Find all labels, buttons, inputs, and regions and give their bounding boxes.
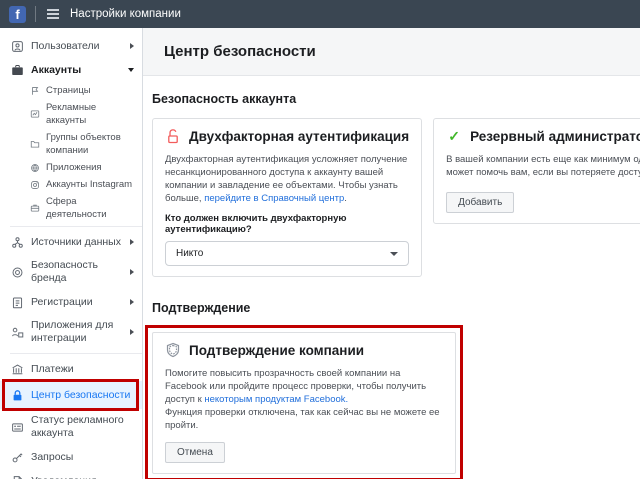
two-factor-auth-card: Двухфакторная аутентификация Двухфакторн… bbox=[152, 118, 423, 277]
chevron-right-icon bbox=[130, 269, 134, 275]
sidebar-item-data-sources[interactable]: Источники данных bbox=[0, 230, 142, 254]
card-title: Подтверждение компании bbox=[189, 342, 365, 358]
chevron-down-icon bbox=[390, 251, 399, 256]
open-padlock-icon bbox=[165, 128, 181, 144]
sidebar-item-integrations[interactable]: Приложения для интеграции bbox=[0, 314, 142, 350]
verification-status-line: Функция проверки отключена, так как сейч… bbox=[165, 407, 440, 431]
page-header: Центр безопасности bbox=[143, 28, 640, 76]
sidebar-item-label: Сфера деятельности bbox=[46, 196, 107, 220]
sidebar-divider bbox=[10, 353, 142, 354]
sidebar-item-instagram-accounts[interactable]: Аккаунты Instagram bbox=[0, 176, 142, 193]
add-button[interactable]: Добавить bbox=[446, 192, 515, 213]
backup-admin-card: ✓ Резервный администратор В вашей компан… bbox=[433, 118, 640, 224]
card-description-line: В вашей компании есть еще как минимум од… bbox=[446, 154, 640, 165]
sidebar-item-notifications[interactable]: Уведомления bbox=[0, 469, 142, 479]
folder-icon bbox=[29, 139, 40, 150]
annotation-box: Подтверждение компании Помогите повысить… bbox=[145, 325, 463, 479]
main-content: Центр безопасности Безопасность аккаунта… bbox=[143, 28, 640, 479]
lock-icon bbox=[10, 388, 24, 402]
sidebar-item-accounts[interactable]: Аккаунты bbox=[0, 58, 142, 82]
facebook-logo[interactable]: f bbox=[9, 5, 26, 23]
integrations-icon bbox=[10, 325, 24, 339]
sidebar-item-ad-accounts[interactable]: Рекламные аккаунты bbox=[0, 99, 142, 129]
hamburger-menu-icon[interactable] bbox=[45, 7, 61, 21]
company-verification-card: Подтверждение компании Помогите повысить… bbox=[152, 332, 456, 474]
sidebar-item-label: Регистрации bbox=[31, 295, 93, 308]
sidebar-item-label: Запросы bbox=[31, 450, 74, 463]
section-heading-verification: Подтверждение bbox=[152, 301, 251, 315]
sidebar-item-label: Группы объектов компании bbox=[46, 132, 121, 156]
sidebar-item-label: Приложения bbox=[46, 162, 102, 173]
ad-status-icon bbox=[10, 420, 24, 434]
sidebar-item-label: Безопасность бренда bbox=[31, 259, 98, 284]
chevron-right-icon bbox=[130, 239, 134, 245]
sidebar-item-label: Источники данных bbox=[31, 235, 121, 248]
data-sources-icon bbox=[10, 235, 24, 249]
key-icon bbox=[10, 450, 24, 464]
chevron-right-icon bbox=[130, 329, 134, 335]
facebook-logo-letter: f bbox=[15, 6, 20, 22]
sidebar-item-label: Платежи bbox=[31, 362, 74, 375]
sidebar-item-users[interactable]: Пользователи bbox=[0, 34, 142, 58]
sidebar-item-ad-account-status[interactable]: Статус рекламного аккаунта bbox=[0, 409, 142, 445]
sidebar-item-asset-groups[interactable]: Группы объектов компании bbox=[0, 129, 142, 159]
sidebar-item-label: Аккаунты Instagram bbox=[46, 179, 133, 190]
sidebar-item-label: Приложения для интеграции bbox=[31, 319, 114, 344]
cancel-button[interactable]: Отмена bbox=[165, 442, 225, 463]
business-settings-screen: f Настройки компании Пользователи Аккаун… bbox=[0, 0, 640, 479]
topbar-divider bbox=[35, 6, 36, 22]
notifications-icon bbox=[10, 474, 24, 479]
sidebar-item-label: Страницы bbox=[46, 85, 91, 96]
security-center-content: Безопасность аккаунта Двухфакторная ауте… bbox=[143, 76, 640, 479]
sidebar-item-brand-safety[interactable]: Безопасность бренда bbox=[0, 254, 142, 290]
account-security-cards: Двухфакторная аутентификация Двухфакторн… bbox=[152, 118, 640, 277]
sidebar-item-label: Пользователи bbox=[31, 39, 100, 52]
two-factor-scope-dropdown[interactable]: Никто bbox=[165, 241, 410, 266]
card-title: Двухфакторная аутентификация bbox=[189, 128, 410, 144]
card-description-line: может помочь вам, если вы потеряете дост… bbox=[446, 167, 640, 178]
bank-icon bbox=[10, 362, 24, 376]
sidebar-item-apps[interactable]: Приложения bbox=[0, 159, 142, 176]
app-body: Пользователи Аккаунты Страницы Рекламные… bbox=[0, 28, 640, 479]
sidebar-item-registrations[interactable]: Регистрации bbox=[0, 290, 142, 314]
page-title: Центр безопасности bbox=[164, 43, 316, 60]
check-icon: ✓ bbox=[448, 128, 460, 144]
sidebar-item-pages[interactable]: Страницы bbox=[0, 82, 142, 99]
card-title: Резервный администратор bbox=[470, 128, 640, 144]
help-center-link[interactable]: перейдите в Справочный центр bbox=[204, 193, 344, 204]
ad-accounts-icon bbox=[29, 109, 40, 120]
topbar: f Настройки компании bbox=[0, 0, 640, 28]
briefcase-icon bbox=[29, 203, 40, 214]
globe-icon bbox=[29, 162, 40, 173]
section-heading-account-security: Безопасность аккаунта bbox=[152, 92, 297, 106]
sidebar-item-label: Статус рекламного аккаунта bbox=[31, 414, 124, 439]
flag-icon bbox=[29, 85, 40, 96]
card-description: Двухфакторная аутентификация усложняет п… bbox=[165, 154, 408, 204]
sidebar-item-security-center[interactable]: Центр безопасности bbox=[0, 379, 142, 411]
facebook-products-link[interactable]: некоторым продуктам Facebook. bbox=[204, 394, 348, 405]
card-description: Помогите повысить прозрачность своей ком… bbox=[165, 367, 443, 432]
two-factor-question: Кто должен включить двухфакторную аутент… bbox=[165, 213, 347, 235]
sidebar-item-line-of-business[interactable]: Сфера деятельности bbox=[0, 193, 142, 223]
sidebar-item-label: Аккаунты bbox=[31, 63, 82, 76]
sidebar-item-payments[interactable]: Платежи bbox=[0, 357, 142, 381]
chevron-right-icon bbox=[130, 43, 134, 49]
brand-safety-icon bbox=[10, 265, 24, 279]
dropdown-selected-value: Никто bbox=[176, 248, 204, 259]
sidebar-item-label: Уведомления bbox=[31, 475, 134, 479]
instagram-icon bbox=[29, 179, 40, 190]
sidebar-divider bbox=[10, 226, 142, 227]
sidebar-item-requests[interactable]: Запросы bbox=[0, 445, 142, 469]
sidebar-item-label: Центр безопасности bbox=[31, 388, 131, 401]
chevron-right-icon bbox=[130, 299, 134, 305]
chevron-down-icon bbox=[128, 68, 134, 72]
accounts-icon bbox=[10, 63, 24, 77]
shield-icon bbox=[165, 342, 181, 358]
clipboard-icon bbox=[10, 295, 24, 309]
topbar-title: Настройки компании bbox=[70, 8, 181, 20]
users-icon bbox=[10, 39, 24, 53]
sidebar: Пользователи Аккаунты Страницы Рекламные… bbox=[0, 28, 143, 479]
sidebar-item-label: Рекламные аккаунты bbox=[46, 102, 97, 126]
